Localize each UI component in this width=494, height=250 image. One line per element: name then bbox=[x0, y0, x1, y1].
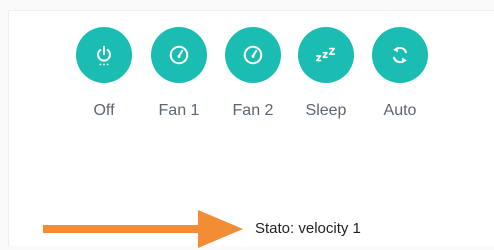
sleep-button[interactable] bbox=[298, 27, 354, 83]
fan-2-button[interactable] bbox=[225, 27, 281, 83]
mode-off[interactable]: Off bbox=[75, 27, 133, 120]
mode-fan-2[interactable]: Fan 2 bbox=[224, 27, 282, 120]
status-text: Stato: velocity 1 bbox=[255, 220, 361, 237]
speedometer-icon bbox=[169, 45, 189, 65]
fan-1-button[interactable] bbox=[151, 27, 207, 83]
sleep-label: Sleep bbox=[305, 102, 347, 119]
speedometer-icon bbox=[243, 45, 263, 65]
off-label: Off bbox=[93, 102, 115, 119]
power-icon bbox=[97, 45, 111, 66]
auto-refresh-icon bbox=[393, 46, 407, 64]
auto-label: Auto bbox=[383, 102, 417, 119]
arrow-icon bbox=[43, 210, 243, 248]
auto-button[interactable] bbox=[372, 27, 428, 83]
sleep-zzz-icon bbox=[316, 47, 336, 62]
fan-2-label: Fan 2 bbox=[232, 102, 274, 119]
mode-fan-1[interactable]: Fan 1 bbox=[150, 27, 208, 120]
mode-sleep[interactable]: Sleep bbox=[297, 27, 355, 120]
off-button[interactable] bbox=[76, 27, 132, 83]
fan-1-label: Fan 1 bbox=[158, 102, 200, 119]
mode-auto[interactable]: Auto bbox=[371, 27, 429, 120]
